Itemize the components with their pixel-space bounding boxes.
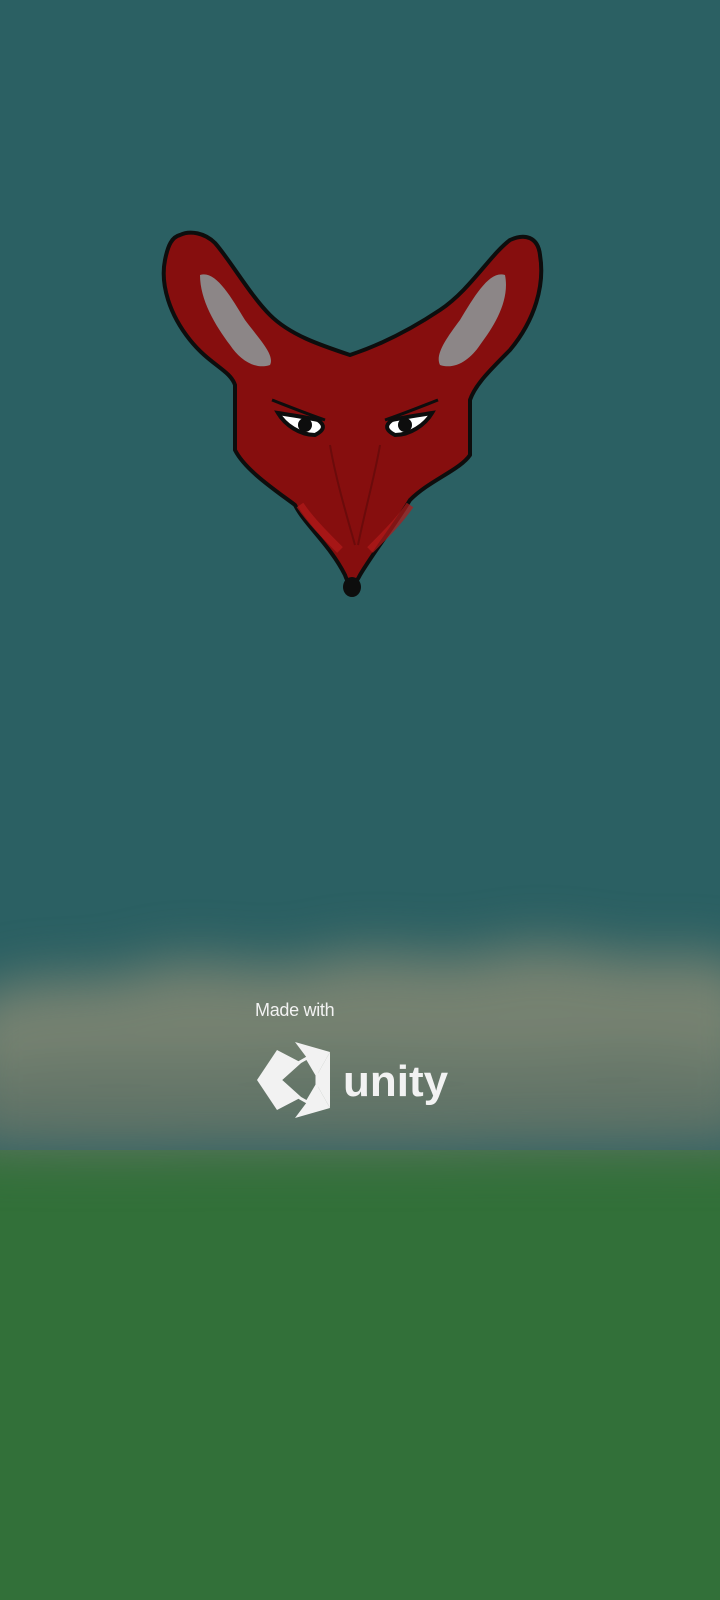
unity-cube-icon — [257, 1042, 330, 1118]
unity-logo: unity — [257, 1042, 449, 1118]
made-with-unity-badge: Made with unity — [255, 1000, 475, 1120]
fox-head-icon — [161, 230, 544, 597]
unity-wordmark: unity — [343, 1057, 449, 1106]
splash-screen: Made with unity — [0, 0, 720, 1600]
made-with-label: Made with — [255, 1000, 335, 1020]
